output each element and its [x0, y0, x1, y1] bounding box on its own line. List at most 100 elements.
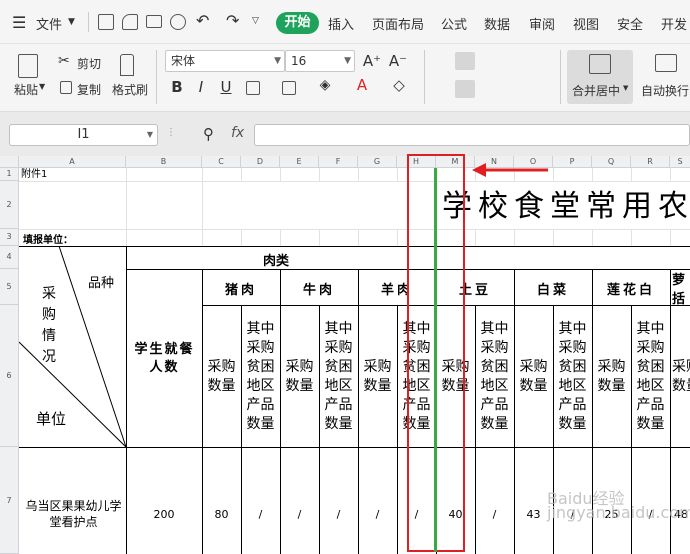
font-color-icon[interactable]: A	[351, 76, 373, 94]
align-right-icon[interactable]	[479, 80, 499, 98]
distributed-icon[interactable]	[531, 80, 551, 98]
increase-font-icon[interactable]: A⁺	[361, 52, 383, 70]
tab-review[interactable]: 审阅	[529, 14, 555, 33]
paste-icon[interactable]	[18, 54, 38, 78]
justify-icon[interactable]	[507, 80, 527, 98]
select-all-corner[interactable]	[0, 156, 19, 168]
chevron-down-icon[interactable]: ▽	[252, 16, 259, 26]
underline-icon[interactable]: U	[215, 78, 237, 96]
font-name-select[interactable]: 宋体 ▼	[165, 50, 285, 72]
poor-qty-header: 其中 采购 贫困 地区 产品 数量	[324, 321, 353, 432]
align-left-icon[interactable]	[431, 80, 451, 98]
eraser-icon[interactable]: ◇	[388, 76, 410, 94]
row-header-5[interactable]: 5	[0, 269, 19, 305]
col-header-q[interactable]: Q	[592, 156, 631, 168]
tab-data[interactable]: 数据	[484, 14, 510, 33]
col-header-g[interactable]: G	[358, 156, 397, 168]
export-icon[interactable]	[122, 14, 138, 30]
copy-icon[interactable]	[60, 81, 72, 94]
variety-label: 品种	[88, 276, 115, 291]
buy-qty-header: 采购 数量	[672, 359, 690, 394]
data-cell: /	[297, 508, 302, 521]
buy-qty-header: 采购 数量	[519, 359, 548, 394]
hamburger-icon[interactable]: ☰	[12, 13, 26, 32]
row-header-6[interactable]: 6	[0, 305, 19, 447]
beef-header: 牛肉	[302, 283, 335, 298]
meat-header: 肉类	[263, 254, 290, 269]
font-name-value: 宋体	[171, 54, 196, 68]
col-header-r[interactable]: R	[631, 156, 670, 168]
row-header-1[interactable]: 1	[0, 168, 19, 181]
paste-button[interactable]: 粘贴	[14, 81, 38, 98]
scissors-icon[interactable]: ✂	[58, 53, 70, 69]
buy-qty-header: 采购 数量	[597, 359, 626, 394]
red-arrow-icon	[472, 163, 548, 177]
print-icon[interactable]	[146, 15, 162, 28]
name-box[interactable]: I1 ▼	[9, 124, 158, 146]
align-bottom-icon[interactable]	[479, 52, 499, 70]
buy-qty-header: 采购 数量	[363, 359, 392, 394]
border-icon[interactable]	[246, 81, 260, 95]
tab-page-layout[interactable]: 页面布局	[372, 14, 424, 33]
tab-formula[interactable]: 公式	[441, 14, 467, 33]
tab-security[interactable]: 安全	[617, 14, 643, 33]
redo-icon[interactable]: ↷	[226, 11, 239, 30]
zoom-icon[interactable]: ⚲	[203, 125, 214, 143]
merge-border-icon[interactable]	[282, 81, 296, 95]
merge-center-button[interactable]: 合并居中 ▼	[567, 50, 633, 104]
align-middle-icon[interactable]	[455, 52, 475, 70]
col-header-b[interactable]: B	[126, 156, 202, 168]
decrease-font-icon[interactable]: A⁻	[387, 52, 409, 70]
col-header-p[interactable]: P	[553, 156, 592, 168]
row-header-3[interactable]: 3	[0, 229, 19, 246]
col-header-d[interactable]: D	[241, 156, 280, 168]
tab-home[interactable]: 开始	[276, 12, 319, 34]
name-box-value: I1	[77, 127, 90, 142]
merge-cells-icon	[589, 54, 611, 74]
radish-header: 萝 括	[672, 273, 686, 307]
copy-button[interactable]: 复制	[77, 81, 101, 98]
fx-icon[interactable]: fx	[231, 125, 244, 141]
row-header-7[interactable]: 7	[0, 447, 19, 554]
school-name-cell: 乌当区果果幼儿学 堂看护点	[25, 499, 122, 529]
format-painter-button[interactable]: 格式刷	[112, 81, 148, 98]
menu-bar: ☰ 文件 ▼ ↶ ↷ ▽ 开始 插入 页面布局 公式 数据 审阅 视图 安全 开…	[0, 0, 690, 44]
align-top-icon[interactable]	[431, 52, 451, 70]
chevron-down-icon[interactable]: ▼	[39, 82, 45, 91]
sheet-title: 学校食堂常用农	[442, 189, 690, 224]
poor-qty-header: 其中 采购 贫困 地区 产品 数量	[636, 321, 665, 432]
save-icon[interactable]	[98, 14, 114, 30]
row-header-2[interactable]: 2	[0, 181, 19, 229]
indent-decrease-icon[interactable]	[507, 52, 527, 70]
formula-input[interactable]	[254, 124, 690, 146]
col-header-c[interactable]: C	[202, 156, 241, 168]
font-size-select[interactable]: 16 ▼	[285, 50, 355, 72]
col-header-e[interactable]: E	[280, 156, 319, 168]
purchase-situation-label: 采 购 情 况	[42, 286, 56, 365]
menu-file[interactable]: 文件	[36, 14, 62, 33]
col-header-s[interactable]: S	[670, 156, 690, 168]
italic-icon[interactable]: I	[190, 78, 212, 96]
divider-icon: ⋮	[166, 127, 176, 138]
col-header-f[interactable]: F	[319, 156, 358, 168]
font-size-value: 16	[291, 54, 307, 68]
tab-developer[interactable]: 开发	[661, 14, 687, 33]
align-center-icon[interactable]	[455, 80, 475, 98]
tab-view[interactable]: 视图	[573, 14, 599, 33]
format-painter-icon[interactable]	[120, 54, 134, 76]
buy-qty-header: 采购 数量	[285, 359, 314, 394]
chevron-down-icon: ▼	[344, 56, 351, 66]
col-header-a[interactable]: A	[19, 156, 126, 168]
tab-insert[interactable]: 插入	[328, 14, 354, 33]
fill-color-icon[interactable]: ◈	[314, 77, 336, 93]
bold-icon[interactable]: B	[166, 78, 188, 96]
row-header-4[interactable]: 4	[0, 246, 19, 269]
preview-icon[interactable]	[170, 14, 186, 30]
cut-button[interactable]: 剪切	[77, 55, 101, 72]
undo-icon[interactable]: ↶	[196, 11, 209, 30]
chevron-down-icon: ▼	[274, 56, 281, 66]
indent-increase-icon[interactable]	[531, 52, 551, 70]
chevron-down-icon[interactable]: ▼	[68, 17, 75, 27]
wrap-text-icon[interactable]	[655, 54, 677, 72]
auto-wrap-button[interactable]: 自动换行	[641, 82, 689, 99]
